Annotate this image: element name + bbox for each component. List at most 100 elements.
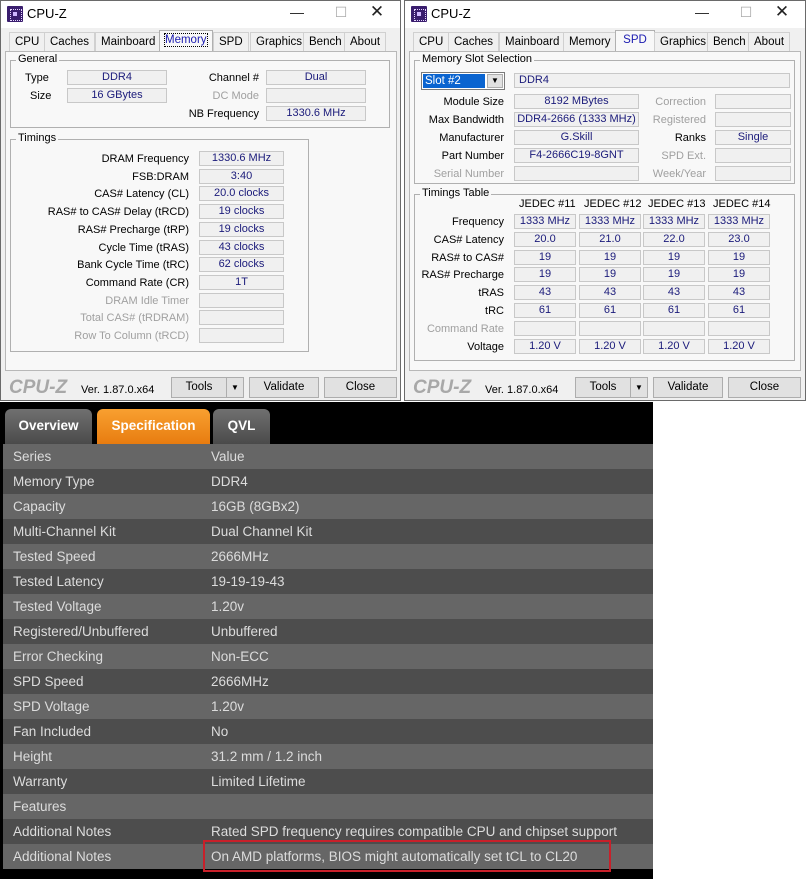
tab-qvl[interactable]: QVL <box>213 409 270 444</box>
week-year-value <box>715 166 791 181</box>
timings-cell: 43 <box>643 285 705 301</box>
manufacturer-value: G.Skill <box>514 130 639 145</box>
close-window-button[interactable]: ✕ <box>362 2 392 22</box>
spec-key: Capacity <box>13 499 66 514</box>
tab-label: Memory <box>569 36 611 48</box>
validate-button[interactable]: Validate <box>653 377 723 398</box>
slot-dropdown-value: Slot #2 <box>422 73 486 89</box>
tools-button[interactable]: Tools <box>575 377 631 398</box>
chevron-down-icon[interactable]: ▼ <box>487 74 503 88</box>
tab-mainboard[interactable]: Mainboard <box>95 32 162 52</box>
timings-table-label: Timings Table <box>420 187 492 199</box>
general-group: General Type DDR4 Size 16 GBytes Channel… <box>10 53 390 128</box>
maximize-button[interactable]: ☐ <box>326 4 356 24</box>
spec-value: 1.20v <box>211 599 245 614</box>
ranks-label: Ranks <box>674 132 706 144</box>
timing-value: 3:40 <box>199 168 284 184</box>
module-size-label: Module Size <box>443 96 504 108</box>
tab-about[interactable]: About <box>344 32 387 52</box>
tab-label: QVL <box>227 418 256 433</box>
spec-value: 19-19-19-43 <box>211 574 285 589</box>
tab-about[interactable]: About <box>748 32 791 52</box>
timing-label: DRAM Frequency <box>101 153 189 165</box>
tab-mainboard[interactable]: Mainboard <box>499 32 566 52</box>
spec-key: Error Checking <box>13 649 104 664</box>
maximize-button[interactable]: ☐ <box>731 4 761 24</box>
tab-spd[interactable]: SPD <box>213 32 249 52</box>
footer: CPU-Z Ver. 1.87.0.x64 Tools ▼ Validate C… <box>405 375 805 401</box>
tab-bench[interactable]: Bench <box>303 32 348 52</box>
timings-cell: 43 <box>579 285 641 301</box>
tab-label: Mainboard <box>505 36 560 48</box>
timings-cell: 1.20 V <box>643 338 705 354</box>
spec-row: Capacity 16GB (8GBx2) <box>3 494 653 519</box>
spec-value: DDR4 <box>211 474 248 489</box>
tab-label: SPD <box>623 34 647 46</box>
tab-caches[interactable]: Caches <box>44 32 95 52</box>
spec-row: SPD Speed 2666MHz <box>3 669 653 694</box>
spec-row: Multi-Channel Kit Dual Channel Kit <box>3 519 653 544</box>
memory-panel: General Type DDR4 Size 16 GBytes Channel… <box>5 51 397 371</box>
tab-spd[interactable]: SPD <box>615 30 655 52</box>
spec-key: SPD Speed <box>13 674 84 689</box>
timings-cell: 1333 MHz <box>514 214 576 229</box>
slot-dropdown[interactable]: Slot #2 ▼ <box>421 72 505 90</box>
minimize-button[interactable]: — <box>282 4 312 24</box>
timings-cell <box>579 320 641 336</box>
cpuz-brand-logo: CPU-Z <box>9 377 68 398</box>
minimize-button[interactable]: — <box>687 4 717 24</box>
timings-cell: 19 <box>579 267 641 283</box>
spd-ext-value <box>715 148 791 163</box>
tab-cpu[interactable]: CPU <box>9 32 46 52</box>
tools-dropdown-arrow-icon[interactable]: ▼ <box>630 377 648 398</box>
spec-row: Height 31.2 mm / 1.2 inch <box>3 744 653 769</box>
timing-value: 43 clocks <box>199 239 284 255</box>
size-value: 16 GBytes <box>67 88 167 103</box>
spec-row: SPD Voltage 1.20v <box>3 694 653 719</box>
tab-caches[interactable]: Caches <box>448 32 499 52</box>
tab-cpu[interactable]: CPU <box>413 32 450 52</box>
timing-value: 19 clocks <box>199 221 284 237</box>
tab-label: About <box>754 36 785 48</box>
general-group-label: General <box>16 53 60 65</box>
close-button[interactable]: Close <box>728 377 801 398</box>
spec-value: Dual Channel Kit <box>211 524 313 539</box>
tab-bench[interactable]: Bench <box>707 32 752 52</box>
week-year-label: Week/Year <box>652 168 706 180</box>
tab-label: CPU <box>419 36 444 48</box>
validate-button[interactable]: Validate <box>249 377 319 398</box>
tools-button[interactable]: Tools <box>171 377 227 398</box>
timings-row-label: Voltage <box>467 340 504 353</box>
timings-cell: 21.0 <box>579 231 641 247</box>
spec-row: Fan Included No <box>3 719 653 744</box>
tab-memory[interactable]: Memory <box>159 30 213 52</box>
timings-cell: 19 <box>643 249 705 265</box>
tab-graphics[interactable]: Graphics <box>250 32 309 52</box>
window-title: CPU-Z <box>27 6 67 21</box>
tab-specification[interactable]: Specification <box>97 409 210 444</box>
spec-row: Memory Type DDR4 <box>3 469 653 494</box>
close-button[interactable]: Close <box>324 377 397 398</box>
timings-group-label: Timings <box>16 132 59 144</box>
timings-cell: 22.0 <box>643 231 705 247</box>
spec-value: 31.2 mm / 1.2 inch <box>211 749 323 764</box>
timings-cell: 1.20 V <box>514 338 576 354</box>
spec-key: Tested Speed <box>13 549 96 564</box>
close-window-button[interactable]: ✕ <box>767 2 797 22</box>
type-label: Type <box>25 72 49 84</box>
tab-memory[interactable]: Memory <box>563 32 617 52</box>
tools-dropdown-arrow-icon[interactable]: ▼ <box>226 377 244 398</box>
tab-overview[interactable]: Overview <box>5 409 92 444</box>
ranks-value: Single <box>715 130 791 145</box>
spec-key: Warranty <box>13 774 68 789</box>
tab-graphics[interactable]: Graphics <box>654 32 713 52</box>
spec-table: Series Value Memory Type DDR4 Capacity 16GB (… <box>3 444 653 869</box>
spec-value: No <box>211 724 229 739</box>
spec-key: Height <box>13 749 53 764</box>
spec-value: 16GB (8GBx2) <box>211 499 300 514</box>
timings-cell: 1333 MHz <box>708 214 770 229</box>
spec-value: 2666MHz <box>211 674 269 689</box>
timing-label: FSB:DRAM <box>132 170 189 183</box>
footer: CPU-Z Ver. 1.87.0.x64 Tools ▼ Validate C… <box>1 375 400 401</box>
spec-key: Multi-Channel Kit <box>13 524 116 539</box>
